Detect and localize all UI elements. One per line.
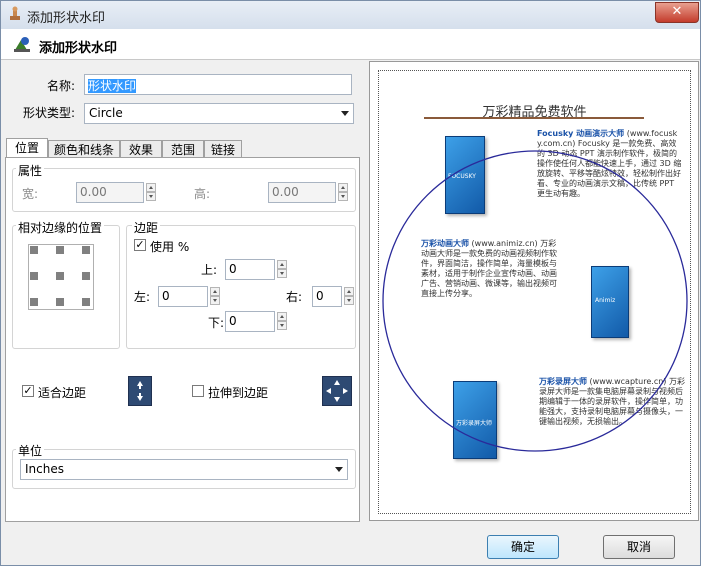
unit-group-label: 单位 [16, 442, 45, 459]
stretch-margin-checkbox[interactable] [192, 385, 204, 397]
cancel-button[interactable]: 取消 [603, 535, 675, 559]
anchor-grid[interactable] [26, 242, 98, 314]
tab-range[interactable]: 范围 [162, 140, 204, 158]
fit-margin-label: 适合边距 [38, 386, 87, 400]
use-percent-checkbox[interactable]: ✓ [134, 239, 146, 251]
width-field[interactable]: 0.00 [76, 182, 144, 203]
top-margin-label: 上: [201, 263, 218, 277]
tab-effects[interactable]: 效果 [120, 140, 162, 158]
expand-arrows-icon [326, 380, 348, 402]
stretch-margin-label: 拉伸到边距 [208, 386, 269, 400]
close-button[interactable]: ✕ [655, 2, 699, 23]
preview-page: 万彩精品免费软件 FOCUSKY Focusky 动画演示大师 (www.foc… [378, 70, 691, 514]
bottom-margin-stepper[interactable] [277, 312, 287, 331]
name-field[interactable]: 形状水印 [84, 74, 352, 95]
margin-group-label: 边距 [132, 219, 161, 236]
bottom-margin-label: 下: [208, 316, 225, 330]
dialog-header: 添加形状水印 [1, 29, 700, 60]
height-label: 高: [194, 187, 211, 201]
dialog-heading: 添加形状水印 [39, 41, 118, 56]
settings-panel: 名称: 形状水印 形状类型: Circle 位置 颜色和线条 效果 范围 链接 … [1, 61, 364, 522]
unit-select[interactable]: Inches [20, 459, 348, 480]
ok-button[interactable]: 确定 [487, 535, 559, 559]
unit-value: Inches [25, 462, 64, 476]
position-tab-panel: 属性 宽: 0.00 高: 0.00 相对边缘的位置 边距 ✓ 使用 % 上: … [5, 157, 360, 522]
right-margin-field[interactable]: 0 [312, 286, 342, 307]
window-title: 添加形状水印 [27, 11, 106, 26]
bottom-margin-field[interactable]: 0 [225, 311, 275, 332]
preview-panel: 万彩精品免费软件 FOCUSKY Focusky 动画演示大师 (www.foc… [369, 61, 699, 521]
watermark-shape-icon [14, 37, 30, 52]
height-stepper[interactable] [338, 183, 348, 202]
chevron-down-icon [335, 467, 343, 472]
left-margin-label: 左: [134, 290, 151, 304]
circle-watermark-shape [382, 150, 688, 452]
shape-type-value: Circle [89, 106, 123, 120]
fit-margin-checkbox[interactable]: ✓ [22, 385, 34, 397]
right-margin-stepper[interactable] [344, 287, 354, 306]
shape-type-select[interactable]: Circle [84, 103, 354, 124]
fit-vertical-button[interactable] [128, 376, 152, 406]
dialog-window: 添加形状水印 ✕ 添加形状水印 名称: 形状水印 形状类型: Circle 位置… [0, 0, 701, 566]
vertical-arrows-icon [137, 381, 143, 401]
anchor-frame [28, 244, 94, 310]
name-value: 形状水印 [88, 79, 137, 93]
shape-type-label: 形状类型: [23, 106, 76, 120]
left-margin-stepper[interactable] [210, 287, 220, 306]
height-field[interactable]: 0.00 [268, 182, 336, 203]
top-margin-stepper[interactable] [277, 260, 287, 279]
relative-position-label: 相对边缘的位置 [16, 219, 105, 236]
left-margin-field[interactable]: 0 [158, 286, 208, 307]
tab-link[interactable]: 链接 [204, 140, 242, 158]
name-label: 名称: [47, 79, 76, 93]
title-bar: 添加形状水印 ✕ [1, 1, 700, 29]
top-margin-field[interactable]: 0 [225, 259, 275, 280]
stamp-icon [10, 6, 20, 20]
tab-position[interactable]: 位置 [6, 138, 48, 159]
width-stepper[interactable] [146, 183, 156, 202]
tab-color-lines[interactable]: 颜色和线条 [48, 140, 120, 158]
use-percent-label: 使用 % [150, 240, 190, 254]
width-label: 宽: [22, 187, 39, 201]
stretch-button[interactable] [322, 376, 352, 406]
right-margin-label: 右: [286, 290, 303, 304]
chevron-down-icon [341, 111, 349, 116]
attributes-group-label: 属性 [16, 162, 45, 179]
